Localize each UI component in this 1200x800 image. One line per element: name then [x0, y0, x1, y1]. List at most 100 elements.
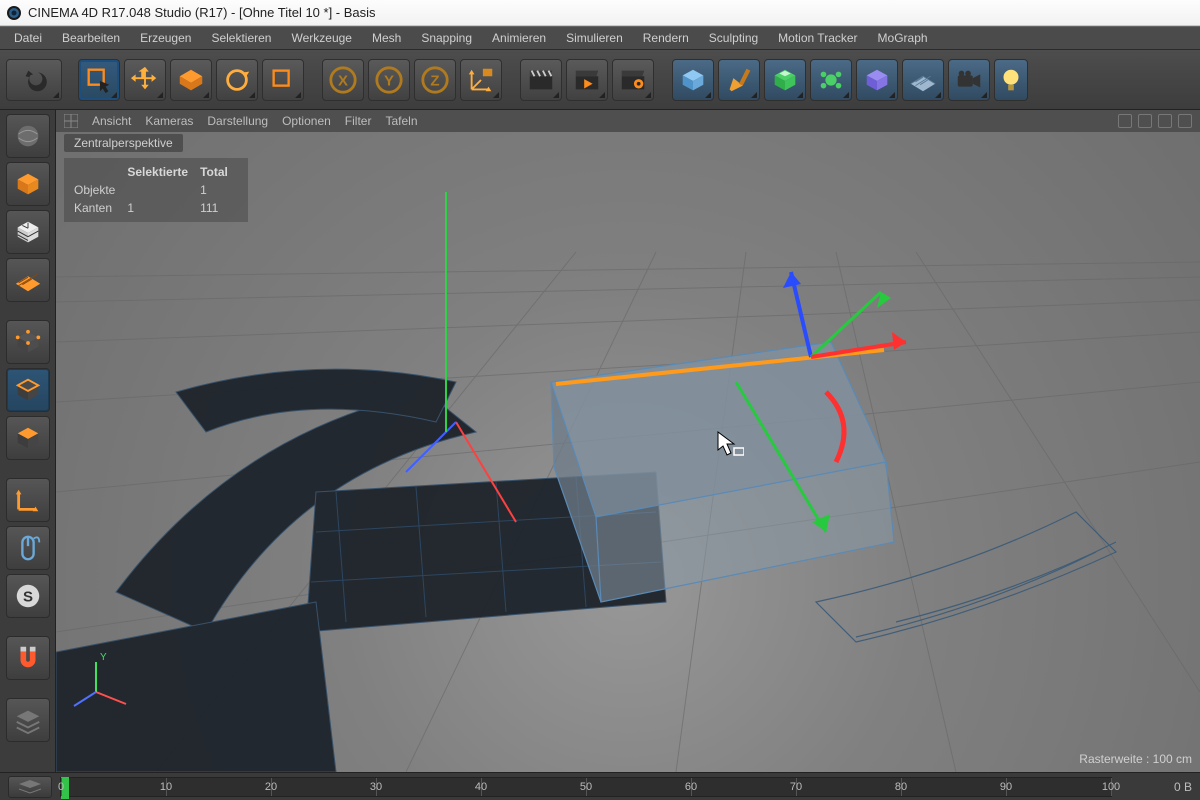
menu-selektieren[interactable]: Selektieren: [201, 27, 281, 49]
content-area: S Ansicht Kameras Darstellung Optionen F…: [0, 110, 1200, 772]
vp-menu-darstellung[interactable]: Darstellung: [207, 114, 268, 128]
layer-button[interactable]: [6, 698, 50, 742]
nav-dolly-icon[interactable]: [1138, 114, 1152, 128]
points-mode-button[interactable]: [6, 320, 50, 364]
axis-z-button[interactable]: Z: [414, 59, 456, 101]
light-icon: [996, 65, 1026, 95]
nav-layout-icon[interactable]: [1178, 114, 1192, 128]
effector-icon: [816, 65, 846, 95]
make-editable-button[interactable]: [6, 114, 50, 158]
edges-mode-button[interactable]: [6, 368, 50, 412]
render-view-button[interactable]: [520, 59, 562, 101]
scale-icon: [176, 65, 206, 95]
grid-size-readout: Rasterweite : 100 cm: [1079, 752, 1192, 766]
rotate-icon: [222, 65, 252, 95]
magnet-icon: [13, 643, 43, 673]
layers-icon: [13, 705, 43, 735]
clapper-gear-icon: [618, 65, 648, 95]
menu-datei[interactable]: Datei: [4, 27, 52, 49]
generator-button[interactable]: [764, 59, 806, 101]
menu-bearbeiten[interactable]: Bearbeiten: [52, 27, 130, 49]
move-icon: [130, 65, 160, 95]
axis-y-button[interactable]: Y: [368, 59, 410, 101]
menu-mesh[interactable]: Mesh: [362, 27, 411, 49]
render-region-button[interactable]: [566, 59, 608, 101]
last-tool-button[interactable]: [262, 59, 304, 101]
axis-y-icon: Y: [374, 65, 404, 95]
svg-text:X: X: [338, 72, 348, 89]
viewport-grid-icon[interactable]: [64, 114, 78, 128]
timeline-tick-label: 90: [1000, 781, 1012, 793]
menu-animieren[interactable]: Animieren: [482, 27, 556, 49]
live-select-button[interactable]: [78, 59, 120, 101]
model-mode-button[interactable]: [6, 162, 50, 206]
light-button[interactable]: [994, 59, 1028, 101]
nav-orbit-icon[interactable]: [1158, 114, 1172, 128]
axis-x-button[interactable]: X: [322, 59, 364, 101]
cube-icon: [678, 65, 708, 95]
environment-button[interactable]: [856, 59, 898, 101]
vp-menu-tafeln[interactable]: Tafeln: [385, 114, 417, 128]
primitive-cube-button[interactable]: [672, 59, 714, 101]
spline-pen-button[interactable]: [718, 59, 760, 101]
hud-row-objects: Objekte: [74, 182, 125, 198]
svg-text:Z: Z: [430, 72, 439, 89]
scale-button[interactable]: [170, 59, 212, 101]
undo-button[interactable]: [6, 59, 62, 101]
timeline-tick-label: 70: [790, 781, 802, 793]
viewport-hud: SelektierteTotal Objekte1 Kanten1111: [64, 158, 248, 222]
snap-button[interactable]: S: [6, 574, 50, 618]
timeline-tick-label: 20: [265, 781, 277, 793]
svg-text:Y: Y: [384, 72, 394, 89]
pen-icon: [724, 65, 754, 95]
menu-sculpting[interactable]: Sculpting: [699, 27, 768, 49]
deformer-button[interactable]: [810, 59, 852, 101]
magnet-button[interactable]: [6, 636, 50, 680]
vp-menu-filter[interactable]: Filter: [345, 114, 372, 128]
scene-cube: [551, 342, 894, 602]
clapper-icon: [526, 65, 556, 95]
axis-tool-button[interactable]: [6, 478, 50, 522]
texture-mode-button[interactable]: [6, 210, 50, 254]
rotate-button[interactable]: [216, 59, 258, 101]
timeline-layer-button[interactable]: [8, 776, 52, 798]
viewport-panel[interactable]: Ansicht Kameras Darstellung Optionen Fil…: [56, 110, 1200, 772]
tweak-tool-button[interactable]: [6, 526, 50, 570]
menu-motion-tracker[interactable]: Motion Tracker: [768, 27, 867, 49]
mouse-cursor-icon: [716, 430, 744, 458]
timeline-tick-label: 80: [895, 781, 907, 793]
hud-edges-sel: 1: [127, 200, 198, 216]
svg-text:S: S: [22, 589, 32, 606]
workplane-mode-button[interactable]: [6, 258, 50, 302]
timeline-tick-label: 100: [1102, 781, 1120, 793]
hud-col-total: Total: [200, 164, 238, 180]
menu-werkzeuge[interactable]: Werkzeuge: [281, 27, 361, 49]
workplane-icon: [13, 265, 43, 295]
camera-button[interactable]: [948, 59, 990, 101]
viewport-3d-scene[interactable]: Y: [56, 132, 1200, 772]
window-titlebar: CINEMA 4D R17.048 Studio (R17) - [Ohne T…: [0, 0, 1200, 26]
menu-rendern[interactable]: Rendern: [633, 27, 699, 49]
axis-corner-icon: [13, 485, 43, 515]
snap-s-icon: S: [13, 581, 43, 611]
vp-menu-optionen[interactable]: Optionen: [282, 114, 331, 128]
menu-simulieren[interactable]: Simulieren: [556, 27, 633, 49]
viewport-menubar: Ansicht Kameras Darstellung Optionen Fil…: [56, 110, 1200, 132]
svg-text:Y: Y: [100, 652, 107, 663]
menu-snapping[interactable]: Snapping: [411, 27, 482, 49]
vp-menu-ansicht[interactable]: Ansicht: [92, 114, 131, 128]
polys-mode-button[interactable]: [6, 416, 50, 460]
coord-system-button[interactable]: [460, 59, 502, 101]
app-icon: [6, 5, 22, 21]
model-cube-icon: [13, 169, 43, 199]
timeline-track[interactable]: 0102030405060708090100: [60, 777, 1112, 797]
floor-button[interactable]: [902, 59, 944, 101]
floor-icon: [908, 65, 938, 95]
menu-mograph[interactable]: MoGraph: [868, 27, 938, 49]
menu-erzeugen[interactable]: Erzeugen: [130, 27, 201, 49]
vp-menu-kameras[interactable]: Kameras: [145, 114, 193, 128]
render-settings-button[interactable]: [612, 59, 654, 101]
nav-pan-icon[interactable]: [1118, 114, 1132, 128]
mode-sidebar: S: [0, 110, 56, 772]
move-button[interactable]: [124, 59, 166, 101]
